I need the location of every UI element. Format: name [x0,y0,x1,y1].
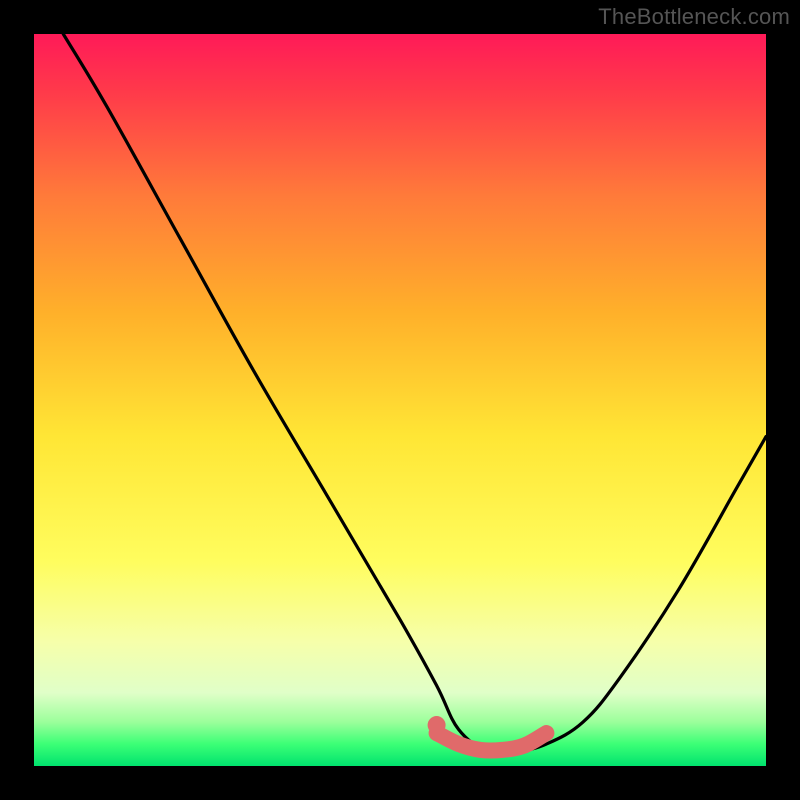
attribution-label: TheBottleneck.com [598,4,790,30]
chart-plot-area [34,34,766,766]
highlight-dot-left [428,716,446,734]
bottleneck-curve [63,34,766,753]
highlight-segment [437,733,547,751]
chart-svg [34,34,766,766]
